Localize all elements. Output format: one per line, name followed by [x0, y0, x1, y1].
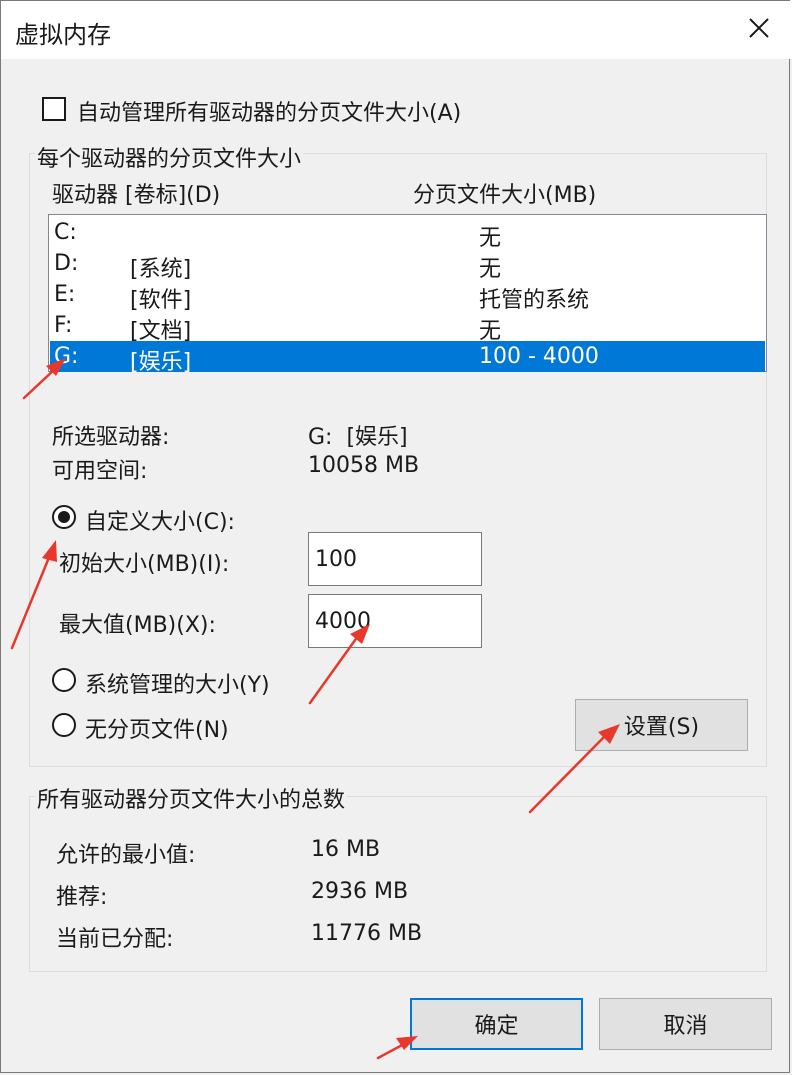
- selected-drive-label: 所选驱动器:: [52, 425, 170, 450]
- drive-size: 100 - 4000: [479, 344, 599, 369]
- initial-size-input[interactable]: [308, 532, 482, 586]
- virtual-memory-dialog: 虚拟内存 自动管理所有驱动器的分页文件大小(A) 每个驱动器的分页文件大小 驱动…: [0, 0, 792, 1073]
- custom-size-radio[interactable]: [52, 505, 76, 529]
- drive-list[interactable]: C: 无 D: [系统] 无 E: [软件] 托管的系统 F: [文档] 无 G…: [48, 214, 767, 375]
- drive-row-c[interactable]: C: 无: [50, 217, 765, 251]
- close-icon[interactable]: [739, 9, 779, 49]
- current-allocated-value: 11776 MB: [311, 921, 423, 946]
- drive-letter: D:: [54, 251, 79, 276]
- recommended-value: 2936 MB: [311, 879, 409, 904]
- min-allowed-label: 允许的最小值:: [56, 843, 196, 868]
- drive-row-e[interactable]: E: [软件] 托管的系统: [50, 279, 765, 313]
- system-managed-label[interactable]: 系统管理的大小(Y): [85, 667, 270, 699]
- selected-drive-value: G: [娱乐]: [308, 425, 408, 450]
- system-managed-radio[interactable]: [52, 668, 76, 692]
- column-header-drive: 驱动器 [卷标](D): [52, 183, 221, 208]
- auto-manage-label[interactable]: 自动管理所有驱动器的分页文件大小(A): [77, 95, 461, 127]
- drive-row-f[interactable]: F: [文档] 无: [50, 310, 765, 344]
- totals-legend: 所有驱动器分页文件大小的总数: [35, 782, 348, 814]
- no-paging-radio[interactable]: [52, 713, 76, 737]
- drive-row-d[interactable]: D: [系统] 无: [50, 248, 765, 282]
- column-header-size: 分页文件大小(MB): [413, 183, 597, 208]
- max-size-label: 最大值(MB)(X):: [59, 613, 216, 638]
- drive-row-g[interactable]: G: [娱乐] 100 - 4000: [50, 341, 765, 375]
- auto-manage-checkbox[interactable]: [42, 97, 66, 121]
- set-button[interactable]: 设置(S): [575, 699, 748, 751]
- initial-size-label: 初始大小(MB)(I):: [59, 552, 230, 577]
- per-drive-legend: 每个驱动器的分页文件大小: [35, 141, 304, 173]
- recommended-label: 推荐:: [56, 885, 108, 910]
- radio-selected-dot: [58, 511, 70, 523]
- free-space-label: 可用空间:: [52, 459, 148, 484]
- drive-letter: G:: [54, 344, 79, 369]
- drive-label: [娱乐]: [130, 350, 192, 375]
- ok-button[interactable]: 确定: [410, 998, 583, 1050]
- min-allowed-value: 16 MB: [311, 837, 381, 862]
- custom-size-label[interactable]: 自定义大小(C):: [85, 504, 235, 536]
- window-title: 虚拟内存: [15, 21, 111, 49]
- free-space-value: 10058 MB: [308, 453, 420, 478]
- drive-letter: F:: [54, 313, 73, 338]
- max-size-input[interactable]: [308, 594, 482, 648]
- drive-letter: C:: [54, 220, 77, 245]
- title-bar: 虚拟内存: [1, 1, 792, 59]
- no-paging-label[interactable]: 无分页文件(N): [85, 712, 229, 744]
- drive-letter: E:: [54, 282, 76, 307]
- cancel-button[interactable]: 取消: [599, 998, 772, 1050]
- current-allocated-label: 当前已分配:: [56, 927, 174, 952]
